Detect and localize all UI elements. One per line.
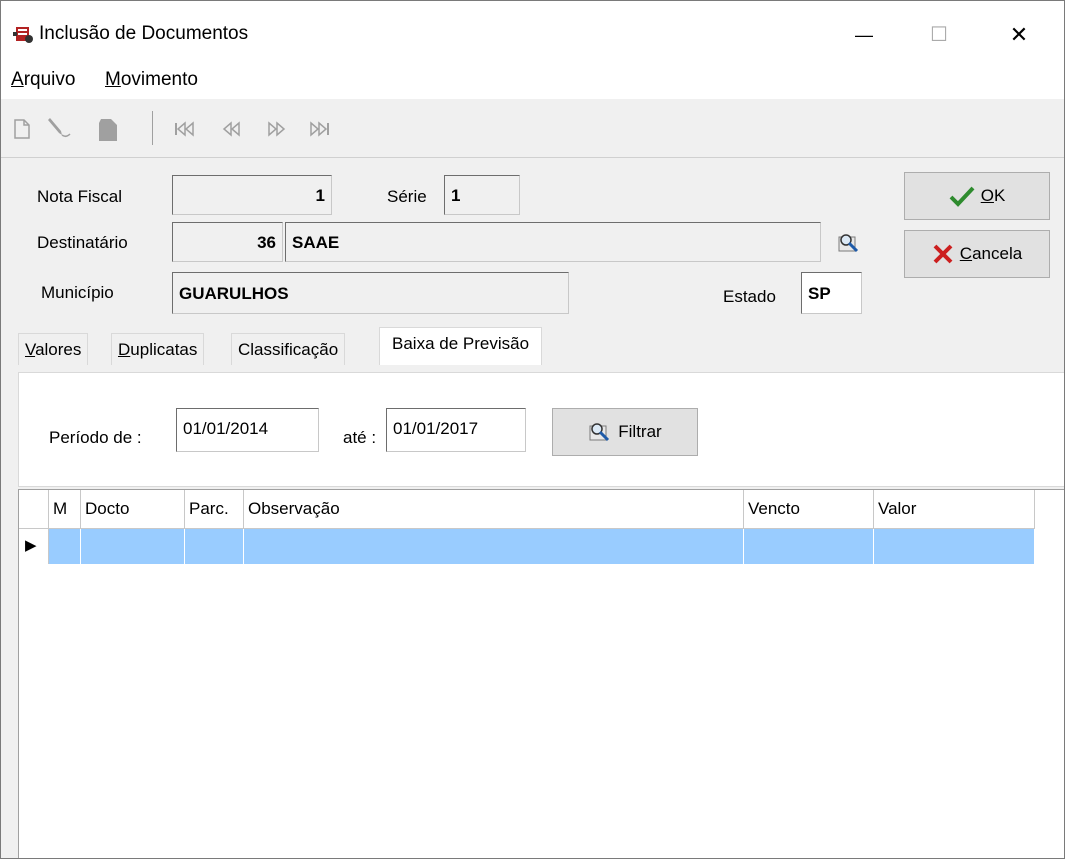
previous-record-icon[interactable] [221, 121, 243, 141]
x-cancel-icon [932, 243, 954, 265]
serie-field[interactable]: 1 [444, 175, 520, 215]
grid-header-parc[interactable]: Parc. [185, 490, 244, 528]
app-icon [13, 23, 35, 45]
menu-movimento[interactable]: Movimento [105, 69, 198, 91]
cancela-button[interactable]: Cancela [904, 230, 1050, 278]
menu-bar: Arquivo Movimento [1, 63, 1064, 99]
tab-classificacao[interactable]: Classificação [231, 333, 346, 365]
grid-indicator-header [19, 490, 49, 528]
tab-panel-baixa-de-previsao: Período de : 01/01/2014 até : 01/01/2017… [18, 372, 1064, 487]
table-cell-docto[interactable] [81, 529, 185, 564]
filtrar-label: Filtrar [618, 422, 662, 441]
toolbar-separator [152, 111, 153, 145]
tab-duplicatas[interactable]: Duplicatas [111, 333, 205, 365]
estado-label: Estado [723, 287, 776, 306]
tab-baixa-de-previsao[interactable]: Baixa de Previsão [379, 327, 543, 365]
data-grid: M Docto Parc. Observação Vencto Valor ▶ [18, 489, 1064, 858]
menu-arquivo-mnemonic: A [11, 69, 24, 90]
close-button[interactable]: ✕ [996, 15, 1042, 55]
ok-button[interactable]: OK [904, 172, 1050, 220]
next-record-icon[interactable] [265, 121, 287, 141]
first-record-icon[interactable] [174, 121, 196, 141]
delete-icon[interactable] [95, 117, 121, 147]
last-record-icon[interactable] [308, 121, 330, 141]
row-pointer-icon: ▶ [25, 537, 37, 554]
toolbar [1, 99, 1064, 158]
filtrar-button[interactable]: Filtrar [552, 408, 698, 456]
grid-header-docto[interactable]: Docto [81, 490, 185, 528]
edit-pencil-icon[interactable] [45, 117, 71, 145]
menu-arquivo[interactable]: Arquivo [11, 69, 75, 91]
title-bar: Inclusão de Documentos — ☐ ✕ [1, 1, 1064, 63]
destinatario-label: Destinatário [37, 233, 128, 252]
periodo-from-field[interactable]: 01/01/2014 [176, 408, 319, 452]
table-cell-valor[interactable] [874, 529, 1035, 564]
estado-field[interactable]: SP [801, 272, 862, 314]
ok-label: OK [980, 186, 1006, 205]
periodo-label: Período de : [49, 428, 142, 447]
municipio-field[interactable]: GUARULHOS [172, 272, 569, 314]
nota-fiscal-label: Nota Fiscal [37, 187, 123, 206]
grid-header-valor[interactable]: Valor [874, 490, 1035, 528]
window-title: Inclusão de Documentos [39, 23, 249, 44]
minimize-button[interactable]: — [841, 15, 887, 55]
menu-arquivo-label: rquivo [23, 69, 76, 90]
destinatario-name-field[interactable]: SAAE [285, 222, 821, 262]
table-cell-observacao[interactable] [244, 529, 744, 564]
municipio-label: Município [41, 283, 114, 302]
cancela-label: Cancela [959, 244, 1023, 263]
new-document-icon[interactable] [13, 119, 31, 143]
destinatario-code-field[interactable]: 36 [172, 222, 283, 262]
search-destinatario-icon[interactable] [837, 231, 861, 255]
menu-movimento-mnemonic: M [105, 69, 121, 90]
ate-label: até : [343, 428, 377, 447]
current-row-indicator: ▶ [19, 529, 49, 564]
serie-label: Série [387, 187, 427, 206]
periodo-to-field[interactable]: 01/01/2017 [386, 408, 526, 452]
checkmark-icon [949, 185, 975, 207]
grid-header-observacao[interactable]: Observação [244, 490, 744, 528]
tab-valores[interactable]: Valores [18, 333, 89, 365]
maximize-button[interactable]: ☐ [916, 15, 962, 55]
grid-header-vencto[interactable]: Vencto [744, 490, 874, 528]
menu-movimento-label: ovimento [120, 69, 198, 90]
grid-header-m[interactable]: M [49, 490, 81, 528]
table-cell-vencto[interactable] [744, 529, 874, 564]
search-filter-icon [588, 420, 612, 444]
nota-fiscal-field[interactable]: 1 [172, 175, 332, 215]
table-cell-m[interactable] [49, 529, 81, 564]
main-window: Inclusão de Documentos — ☐ ✕ Arquivo Mov… [0, 0, 1065, 859]
table-cell-parc[interactable] [185, 529, 244, 564]
